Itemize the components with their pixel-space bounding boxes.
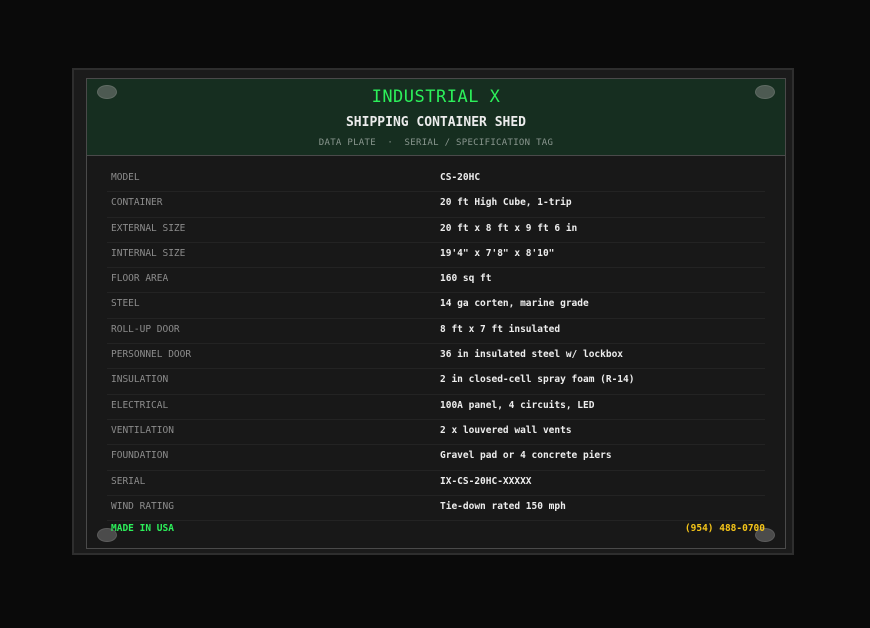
spec-value: CS-20HC bbox=[440, 172, 481, 183]
spec-label: PERSONNEL DOOR bbox=[111, 349, 192, 361]
spec-value: 160 sq ft bbox=[440, 273, 492, 285]
spec-row-serial: SERIAL IX-CS-20HC-XXXXX bbox=[107, 471, 765, 496]
spec-label: EXTERNAL SIZE bbox=[111, 222, 186, 234]
spec-value: 14 ga corten, marine grade bbox=[440, 298, 589, 310]
spec-label: FOUNDATION bbox=[111, 450, 169, 462]
spec-label: ELECTRICAL bbox=[111, 399, 169, 411]
spec-value: 36 in insulated steel w/ lockbox bbox=[440, 349, 624, 361]
spec-row-insulation: INSULATION 2 in closed-cell spray foam (… bbox=[107, 369, 765, 395]
spec-value: 20 ft High Cube, 1-trip bbox=[440, 197, 572, 209]
plate-header: INDUSTRIAL X SHIPPING CONTAINER SHED DAT… bbox=[87, 79, 785, 156]
phone-number: (954) 488-0700 bbox=[684, 523, 765, 534]
spec-row-model: MODEL CS-20HC bbox=[107, 167, 765, 193]
spec-value: Gravel pad or 4 concrete piers bbox=[440, 450, 612, 462]
spec-row-ventilation: VENTILATION 2 x louvered wall vents bbox=[107, 420, 765, 446]
spec-table: MODEL CS-20HC CONTAINER 20 ft High Cube,… bbox=[107, 167, 765, 522]
spec-label: STEEL bbox=[111, 298, 140, 310]
spec-label: INSULATION bbox=[111, 374, 169, 386]
data-plate: INDUSTRIAL X SHIPPING CONTAINER SHED DAT… bbox=[86, 78, 786, 549]
spec-row-steel: STEEL 14 ga corten, marine grade bbox=[107, 293, 765, 319]
spec-label: SERIAL bbox=[111, 475, 146, 487]
spec-value: 100A panel, 4 circuits, LED bbox=[440, 399, 595, 411]
spec-value: 2 in closed-cell spray foam (R-14) bbox=[440, 374, 635, 386]
data-plate-frame: INDUSTRIAL X SHIPPING CONTAINER SHED DAT… bbox=[72, 68, 794, 555]
plate-subtitle: DATA PLATE · SERIAL / SPECIFICATION TAG bbox=[318, 138, 554, 148]
brand-title: INDUSTRIAL X bbox=[371, 87, 501, 107]
spec-row-floor-area: FLOOR AREA 160 sq ft bbox=[107, 268, 765, 294]
spec-value: 2 x louvered wall vents bbox=[440, 424, 572, 436]
screw-top-right-icon bbox=[755, 85, 775, 99]
origin-label: MADE IN USA bbox=[111, 523, 174, 534]
spec-row-wind-rating: WIND RATING Tie-down rated 150 mph bbox=[107, 496, 765, 522]
spec-row-container: CONTAINER 20 ft High Cube, 1-trip bbox=[107, 192, 765, 218]
spec-label: WIND RATING bbox=[111, 500, 174, 512]
screw-top-left-icon bbox=[97, 85, 117, 99]
spec-row-internal-size: INTERNAL SIZE 19'4" x 7'8" x 8'10" bbox=[107, 243, 765, 269]
spec-row-electrical: ELECTRICAL 100A panel, 4 circuits, LED bbox=[107, 395, 765, 420]
spec-value: IX-CS-20HC-XXXXX bbox=[440, 475, 532, 487]
spec-label: CONTAINER bbox=[111, 197, 163, 209]
spec-value: 19'4" x 7'8" x 8'10" bbox=[440, 247, 555, 259]
spec-row-foundation: FOUNDATION Gravel pad or 4 concrete pier… bbox=[107, 445, 765, 471]
spec-label: VENTILATION bbox=[111, 424, 174, 436]
spec-label: MODEL bbox=[111, 172, 140, 183]
spec-label: INTERNAL SIZE bbox=[111, 247, 186, 259]
spec-row-personnel-door: PERSONNEL DOOR 36 in insulated steel w/ … bbox=[107, 344, 765, 370]
product-title: SHIPPING CONTAINER SHED bbox=[345, 115, 526, 130]
spec-value: 8 ft x 7 ft insulated bbox=[440, 323, 561, 335]
spec-row-external-size: EXTERNAL SIZE 20 ft x 8 ft x 9 ft 6 in bbox=[107, 218, 765, 243]
spec-label: ROLL-UP DOOR bbox=[111, 323, 180, 335]
spec-label: FLOOR AREA bbox=[111, 273, 169, 285]
spec-row-roll-up-door: ROLL-UP DOOR 8 ft x 7 ft insulated bbox=[107, 319, 765, 345]
spec-value: 20 ft x 8 ft x 9 ft 6 in bbox=[440, 222, 578, 234]
spec-value: Tie-down rated 150 mph bbox=[440, 500, 566, 512]
